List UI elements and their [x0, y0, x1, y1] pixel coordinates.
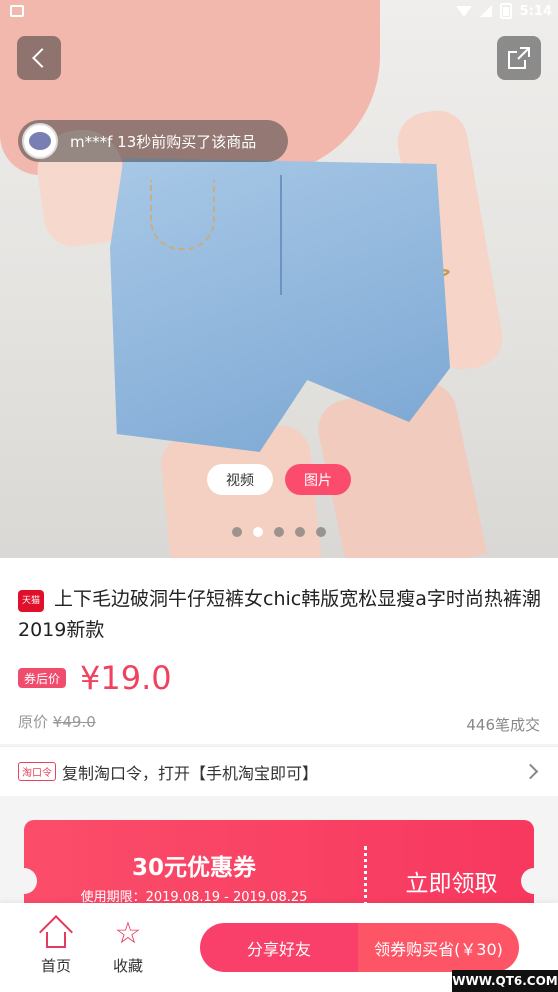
carousel-dot[interactable] [274, 527, 284, 537]
back-button[interactable] [17, 36, 61, 80]
product-title: 天猫 上下毛边破洞牛仔短裤女chic韩版宽松显瘦a字时尚热裤潮2019新款 [18, 584, 543, 646]
nav-home[interactable]: 首页 [26, 915, 86, 976]
carousel-dot[interactable] [316, 527, 326, 537]
battery-icon [499, 3, 512, 19]
chevron-left-icon [32, 48, 52, 68]
recent-purchase-text: m***f 13秒前购买了该商品 [70, 132, 257, 151]
price-row: 券后价 ¥19.0 [18, 659, 172, 697]
product-title-text: 上下毛边破洞牛仔短裤女chic韩版宽松显瘦a字时尚热裤潮2019新款 [18, 588, 541, 641]
status-bar: 5:14 [0, 0, 558, 24]
product-photo-seam [280, 175, 282, 295]
product-detail-page: 5:14 m***f 13秒前购买了该商品 视频 图片 天猫 上下毛边破洞牛仔短… [0, 0, 558, 992]
claim-and-buy-button[interactable]: 领券购买省(￥30) [358, 923, 519, 972]
product-info: 天猫 上下毛边破洞牛仔短裤女chic韩版宽松显瘦a字时尚热裤潮2019新款 券后价… [0, 558, 558, 744]
carousel-indicator [232, 527, 326, 537]
coupon-divider [364, 846, 367, 906]
home-icon [39, 915, 73, 949]
share-icon [508, 47, 530, 69]
nav-home-label: 首页 [40, 957, 71, 975]
nav-favorite-label: 收藏 [112, 957, 143, 975]
product-photo-pocket [150, 180, 215, 250]
wifi-icon [455, 5, 472, 17]
media-tabs: 视频 图片 [207, 464, 351, 495]
coupon-card[interactable]: 30元优惠券 使用期限：2019.08.19 - 2019.08.25 立即领取 [24, 820, 534, 915]
tmall-badge-icon: 天猫 [18, 590, 44, 612]
carousel-dot[interactable] [232, 527, 242, 537]
signal-icon [479, 5, 492, 17]
tab-video[interactable]: 视频 [207, 464, 273, 495]
avatar [22, 123, 58, 159]
claim-coupon-button[interactable]: 立即领取 [369, 864, 534, 898]
share-friends-button[interactable]: 分享好友 [200, 923, 358, 972]
price: ¥19.0 [80, 659, 172, 697]
carousel-dot[interactable] [295, 527, 305, 537]
share-button[interactable] [497, 36, 541, 80]
taokouling-badge: 淘口令 [18, 762, 56, 781]
notification-icon [10, 5, 24, 17]
coupon-price-badge: 券后价 [18, 668, 67, 688]
nav-favorite[interactable]: ☆ 收藏 [98, 917, 158, 976]
recent-purchase-toast: m***f 13秒前购买了该商品 [18, 120, 288, 162]
coupon-amount: 30元优惠券 [131, 855, 256, 881]
taokouling-text: 复制淘口令，打开【手机淘宝即可】 [62, 763, 319, 783]
original-price: 原价 ¥49.0 [18, 711, 96, 732]
product-image-carousel[interactable]: 5:14 m***f 13秒前购买了该商品 视频 图片 [0, 0, 558, 558]
site-watermark: WWW.QT6.COM [452, 970, 558, 992]
original-price-value: ¥49.0 [52, 713, 96, 731]
carousel-dot-active[interactable] [253, 527, 263, 537]
sales-count: 446笔成交 [466, 716, 540, 734]
tab-photo[interactable]: 图片 [285, 464, 351, 495]
chevron-right-icon [522, 763, 539, 780]
taokouling-row[interactable]: 淘口令 复制淘口令，打开【手机淘宝即可】 [0, 746, 558, 796]
status-time: 5:14 [519, 3, 552, 19]
original-price-label: 原价 [18, 713, 49, 731]
star-icon: ☆ [114, 916, 142, 951]
